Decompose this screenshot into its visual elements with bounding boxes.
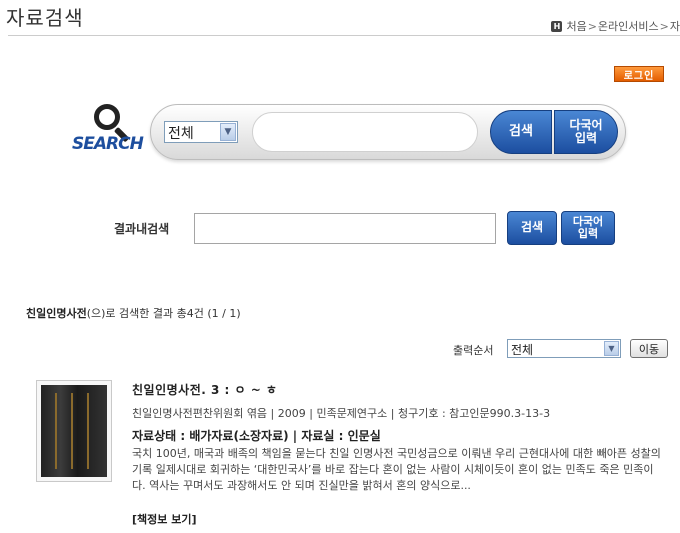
result-status: 자료상태 : 배가자료(소장자료) | 자료실 : 인문실 [132, 429, 381, 443]
sort-order-select[interactable]: 전체 ▼ [507, 339, 621, 358]
chevron-down-icon[interactable]: ▼ [604, 341, 619, 356]
summary-keyword: 친일인명사전 [26, 307, 87, 320]
search-button[interactable]: 검색 [490, 110, 552, 154]
breadcrumb-separator: > [587, 19, 597, 33]
inner-search-button[interactable]: 검색 [507, 211, 557, 245]
search-scope-select[interactable]: 전체 ▼ [164, 121, 238, 143]
breadcrumb: H 처음 > 온라인서비스 > 자 [551, 18, 680, 34]
book-cover-art [41, 385, 107, 477]
breadcrumb-item-home[interactable]: 처음 [566, 18, 586, 34]
book-spine-line [87, 393, 89, 469]
result-title[interactable]: 친일인명사전. 3 : ㅇ ~ ㅎ [132, 381, 277, 398]
page-title: 자료검색 [6, 6, 84, 30]
login-button[interactable]: 로그인 [614, 66, 664, 82]
search-input[interactable] [252, 112, 478, 152]
summary-text: (으)로 검색한 결과 총4건 (1 / 1) [86, 307, 241, 320]
search-logo-text: SEARCH [72, 134, 144, 154]
breadcrumb-separator: > [659, 19, 669, 33]
title-divider [8, 35, 680, 36]
inner-multilang-label-line2: 입력 [577, 227, 599, 240]
magnifier-icon [94, 104, 120, 130]
book-detail-link[interactable]: [책정보 보기] [132, 511, 196, 527]
multilang-label-line2: 입력 [574, 131, 598, 145]
move-button[interactable]: 이동 [630, 339, 668, 358]
multilang-input-button[interactable]: 다국어 입력 [554, 110, 618, 154]
breadcrumb-item-current[interactable]: 자 [670, 18, 680, 34]
book-spine-line [55, 393, 57, 469]
result-summary: 친일인명사전(으)로 검색한 결과 총4건 (1 / 1) [26, 305, 241, 321]
sort-label: 출력순서 [453, 344, 494, 357]
inner-search-input[interactable] [194, 213, 496, 244]
search-logo: SEARCH [72, 104, 150, 156]
chevron-down-icon[interactable]: ▼ [220, 123, 236, 141]
book-spine-line [71, 393, 73, 469]
breadcrumb-item-online-service[interactable]: 온라인서비스 [598, 18, 659, 34]
inner-search-label: 결과내검색 [114, 222, 170, 236]
result-meta: 친일인명사전편찬위원회 엮음 | 2009 | 민족문제연구소 | 청구기호 :… [132, 407, 551, 420]
result-abstract: 국치 100년, 매국과 배족의 책임을 묻는다 친일 인명사전 국민성금으로 … [132, 447, 661, 492]
multilang-label-line1: 다국어 [569, 117, 603, 132]
sort-order-value: 전체 [511, 343, 534, 357]
inner-multilang-button[interactable]: 다국어 입력 [561, 211, 615, 245]
book-cover-image[interactable] [36, 380, 112, 482]
home-icon[interactable]: H [551, 20, 563, 32]
inner-multilang-label-line1: 다국어 [572, 214, 604, 228]
search-scope-value: 전체 [168, 126, 194, 142]
